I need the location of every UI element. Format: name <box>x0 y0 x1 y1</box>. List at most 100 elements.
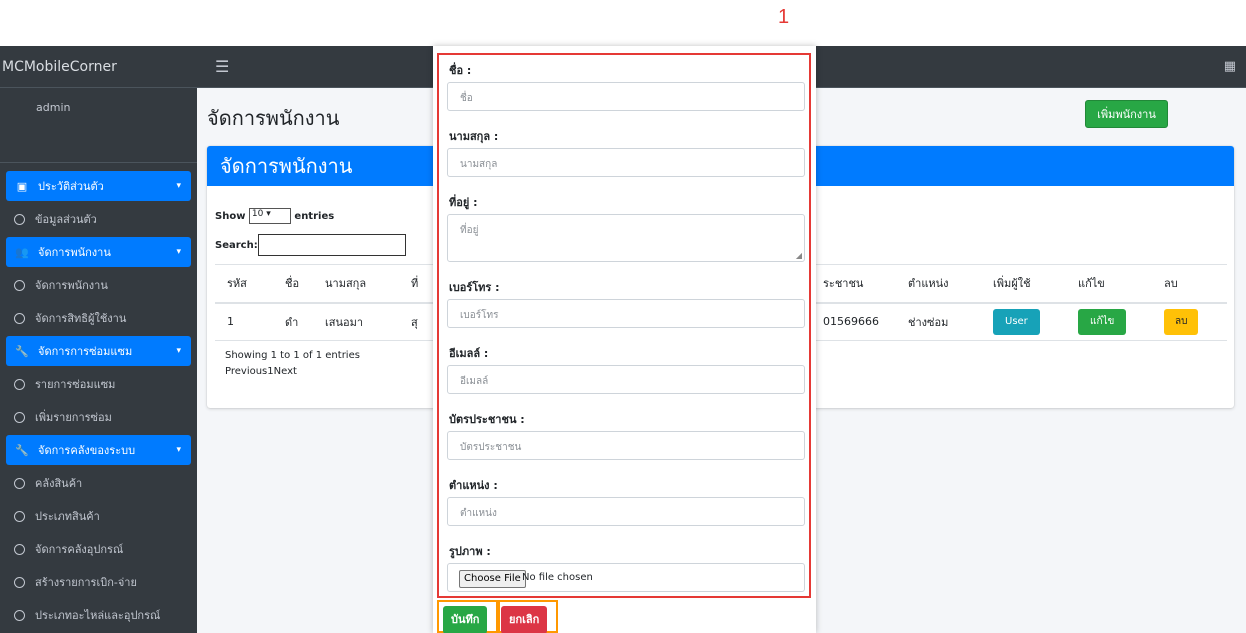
grid-icon[interactable]: ▦ <box>1224 59 1236 74</box>
sidebar-item[interactable]: สร้างรายการเบิก-จ่าย <box>6 567 191 597</box>
chevron-down-icon: ▾ <box>176 445 181 455</box>
cell-add-user: User <box>981 302 1066 341</box>
edit-button[interactable]: แก้ไข <box>1078 308 1127 335</box>
chevron-down-icon: ▾ <box>266 209 271 219</box>
entries-control: Show 10 ▾ entries <box>215 208 334 224</box>
search-input[interactable] <box>257 234 406 256</box>
sidebar-section[interactable]: 🔧 จัดการการซ่อมแซม ▾ <box>6 336 191 366</box>
lastname-input[interactable]: นามสกุล <box>447 148 805 177</box>
save-highlight: บันทึก <box>437 600 498 633</box>
wrench-icon: 🔧 <box>15 344 29 358</box>
chevron-down-icon: ▾ <box>176 346 181 356</box>
circle-icon <box>14 213 25 225</box>
col-name[interactable]: ชื่อ <box>273 264 313 304</box>
hamburger-icon[interactable]: ☰ <box>215 57 229 76</box>
sidebar-item-label: ประเภทสินค้า <box>35 510 100 523</box>
sidebar: MCMobileCorner admin ▣ ประวัติส่วนตัว ▾ ข้อ… <box>0 46 197 633</box>
sidebar-item-label: จัดการคลังของระบบ <box>38 444 136 457</box>
sidebar-item-label: จัดการคลังอุปกรณ์ <box>35 543 124 556</box>
entries-value: 10 <box>251 209 264 219</box>
sidebar-item[interactable]: ประเภทอะไหล่และอุปกรณ์ <box>6 600 191 630</box>
sidebar-item-label: ข้อมูลส่วนตัว <box>35 213 97 226</box>
sidebar-item[interactable]: เพิ่มรายการซ่อม <box>6 402 191 432</box>
file-status: No file chosen <box>522 572 593 583</box>
sidebar-item-label: ประเภทอะไหล่และอุปกรณ์ <box>35 609 161 622</box>
sidebar-item-label: คลังสินค้า <box>35 477 83 490</box>
circle-icon <box>14 312 25 324</box>
sidebar-item-label: เพิ่มรายการซ่อม <box>35 411 112 424</box>
circle-icon <box>14 477 25 489</box>
employee-form: ชื่อ : ชื่อ นามสกุล : นามสกุล ที่อยู่ : … <box>437 53 811 598</box>
user-button[interactable]: User <box>993 308 1040 335</box>
choose-file-button[interactable]: Choose File <box>459 570 526 588</box>
cell-edit: แก้ไข <box>1066 302 1152 341</box>
circle-icon <box>14 510 25 522</box>
sidebar-item[interactable]: จัดการคลังอุปกรณ์ <box>6 534 191 564</box>
address-placeholder: ที่อยู่ <box>460 225 479 236</box>
email-input[interactable]: อีเมลล์ <box>447 365 805 394</box>
sidebar-section[interactable]: 🔧 จัดการคลังของระบบ ▾ <box>6 435 191 465</box>
sidebar-item[interactable]: จัดการพนักงาน <box>6 270 191 300</box>
circle-icon <box>14 378 25 390</box>
sidebar-item[interactable]: รายการซ่อมแซม <box>6 369 191 399</box>
circle-icon <box>14 543 25 555</box>
sidebar-item-label: ประวัติส่วนตัว <box>38 180 104 193</box>
entries-select[interactable]: 10 ▾ <box>248 208 291 224</box>
sidebar-item-label: จัดการพนักงาน <box>35 279 108 292</box>
sidebar-nav: ▣ ประวัติส่วนตัว ▾ ข้อมูลส่วนตัว 👥 จัดการพนัก… <box>0 171 197 630</box>
sidebar-item-label: จัดการการซ่อมแซม <box>38 345 133 358</box>
sidebar-item-label: จัดการพนักงาน <box>38 246 111 259</box>
image-file-input: Choose File No file chosen <box>447 563 805 592</box>
col-id-card[interactable]: ระชาชน <box>811 264 896 304</box>
entries-label: entries <box>294 211 335 222</box>
cancel-highlight: ยกเลิก <box>498 600 558 633</box>
position-label: ตำแหน่ง : <box>449 479 498 492</box>
search-control: Search: <box>215 234 406 256</box>
cell-id: 1 <box>215 302 273 341</box>
chevron-down-icon: ▾ <box>176 181 181 191</box>
pagination[interactable]: Previous1Next <box>225 366 297 377</box>
sidebar-item[interactable]: จัดการสิทธิผู้ใช้งาน <box>6 303 191 333</box>
sidebar-section[interactable]: 👥 จัดการพนักงาน ▾ <box>6 237 191 267</box>
show-label: Show <box>215 211 246 222</box>
id-card-label: บัตรประชาชน : <box>449 413 525 426</box>
circle-icon <box>14 411 25 423</box>
sidebar-section[interactable]: ▣ ประวัติส่วนตัว ▾ <box>6 171 191 201</box>
users-icon: 👥 <box>15 245 29 259</box>
annotation-1: 1 <box>778 6 790 28</box>
col-add-user[interactable]: เพิ่มผู้ใช้ <box>981 264 1066 304</box>
col-id[interactable]: รหัส <box>215 264 273 304</box>
image-label: รูปภาพ : <box>449 545 491 558</box>
circle-icon <box>14 609 25 621</box>
col-position[interactable]: ตำแหน่ง <box>896 264 981 304</box>
table-info: Showing 1 to 1 of 1 entries <box>225 350 360 361</box>
resize-handle-icon[interactable]: ◢ <box>796 251 802 260</box>
add-employee-modal: ชื่อ : ชื่อ นามสกุล : นามสกุล ที่อยู่ : … <box>433 46 816 633</box>
id-card-input[interactable]: บัตรประชาชน <box>447 431 805 460</box>
address-label: ที่อยู่ : <box>449 196 478 209</box>
col-surname[interactable]: นามสกุล <box>313 264 399 304</box>
sidebar-item-label: จัดการสิทธิผู้ใช้งาน <box>35 312 127 325</box>
chevron-down-icon: ▾ <box>176 247 181 257</box>
id-card-icon: ▣ <box>16 179 28 193</box>
sidebar-item[interactable]: ประเภทสินค้า <box>6 501 191 531</box>
add-employee-button[interactable]: เพิ่มพนักงาน <box>1085 100 1168 128</box>
save-button[interactable]: บันทึก <box>443 606 488 633</box>
position-input[interactable]: ตำแหน่ง <box>447 497 805 526</box>
col-delete[interactable]: ลบ <box>1152 264 1227 304</box>
sidebar-item[interactable]: คลังสินค้า <box>6 468 191 498</box>
user-panel-name[interactable]: admin <box>0 88 197 163</box>
search-label: Search: <box>215 240 258 251</box>
brand-link[interactable]: MCMobileCorner <box>0 46 197 88</box>
screenshot-root: 1 2 3 MCMobileCorner admin ▣ประวัติส่วนต… <box>0 0 1246 633</box>
address-textarea[interactable]: ที่อยู่ ◢ <box>447 214 805 262</box>
delete-button[interactable]: ลบ <box>1164 308 1199 335</box>
cell-surname: เสนอมา <box>313 302 399 341</box>
firstname-input[interactable]: ชื่อ <box>447 82 805 111</box>
phone-input[interactable]: เบอร์โทร <box>447 299 805 328</box>
cell-delete: ลบ <box>1152 302 1227 341</box>
col-edit[interactable]: แก้ไข <box>1066 264 1152 304</box>
sidebar-item[interactable]: ข้อมูลส่วนตัว <box>6 204 191 234</box>
cancel-button[interactable]: ยกเลิก <box>501 606 548 633</box>
cell-name: ดำ <box>273 302 313 341</box>
